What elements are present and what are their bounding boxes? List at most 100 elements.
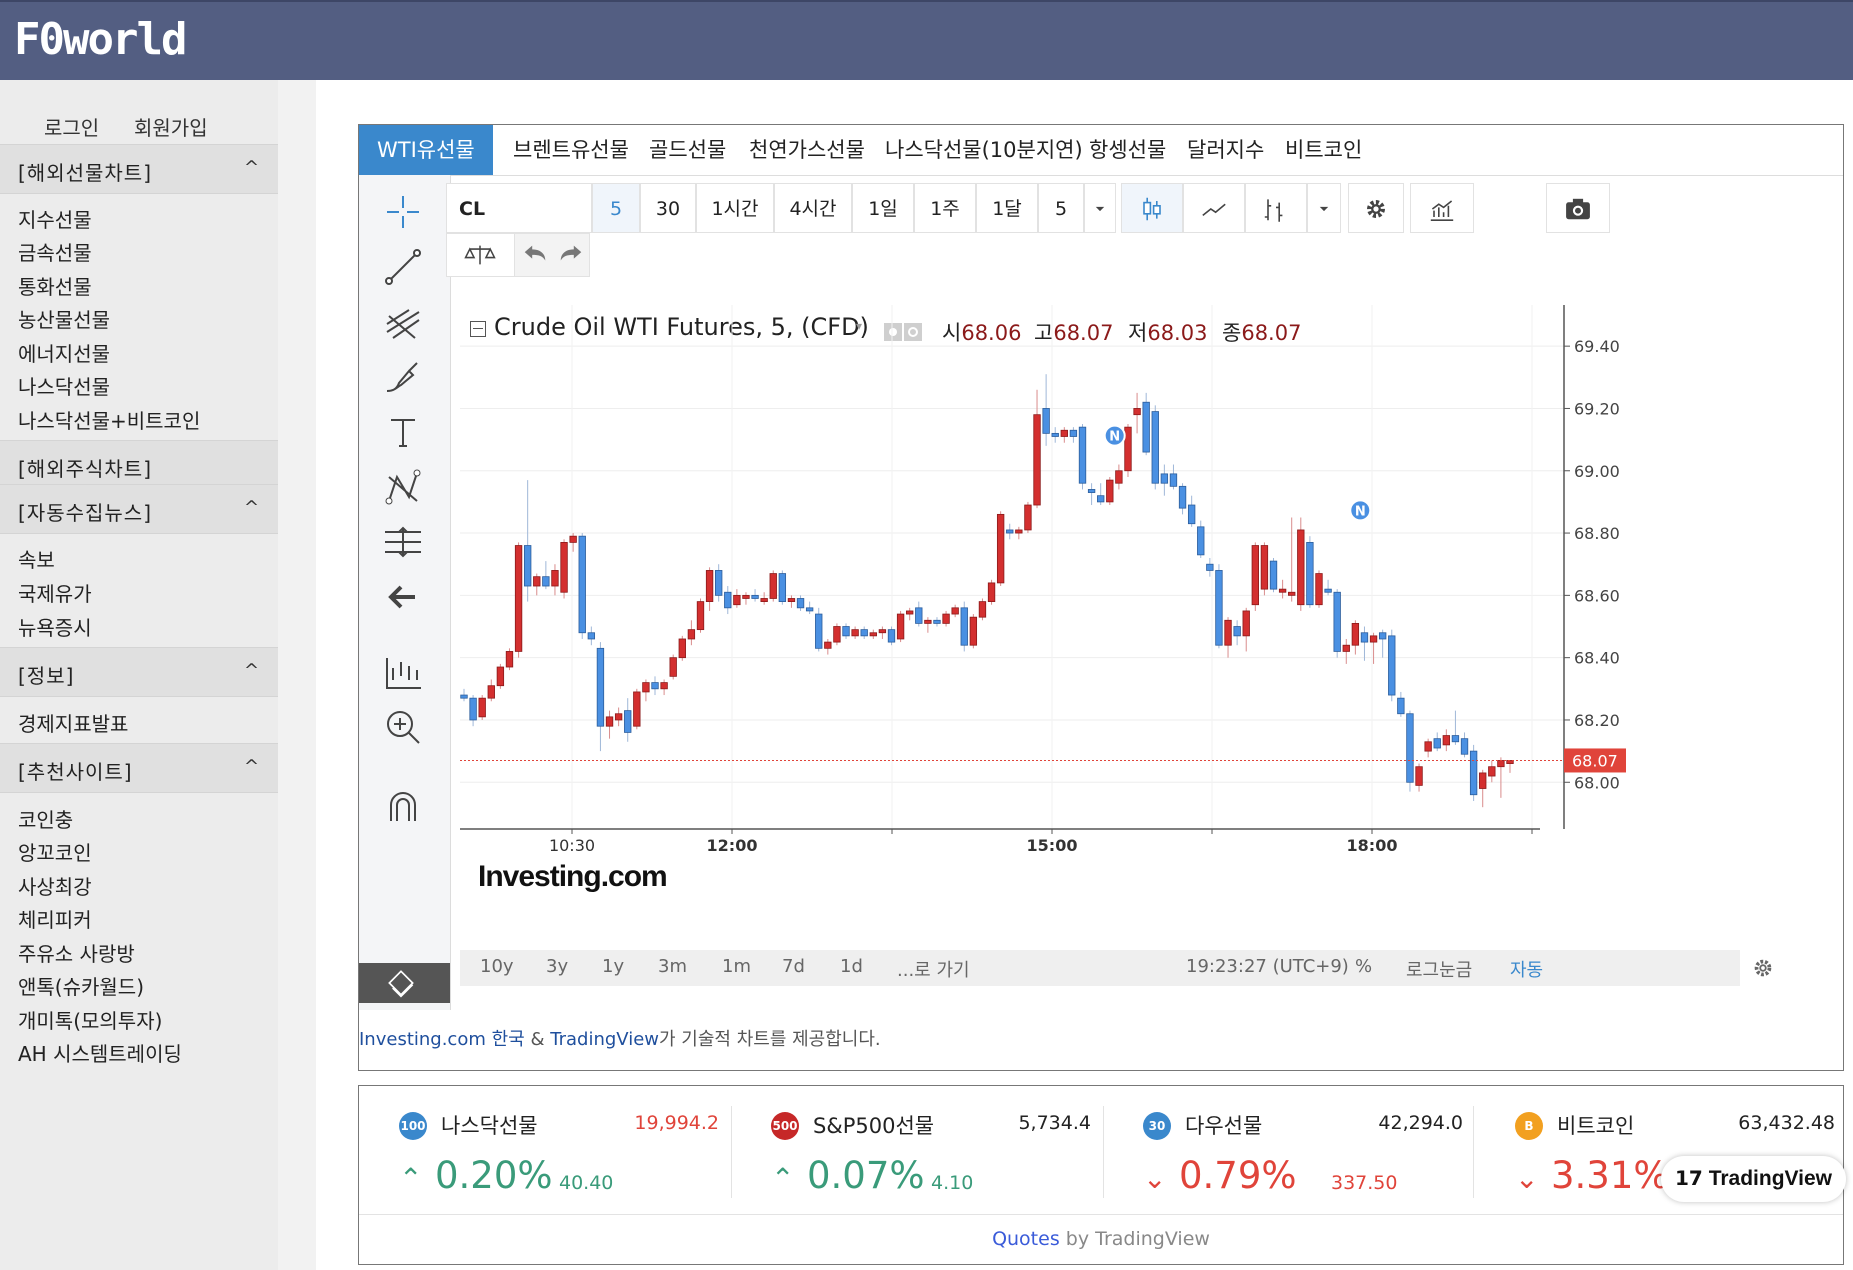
lock-drawing-button[interactable]: [359, 963, 450, 1003]
sidebar-item-antalk[interactable]: 앤톡(슈카월드): [18, 971, 144, 1000]
crosshair-icon[interactable]: [379, 188, 427, 236]
interval-30m[interactable]: 30: [640, 183, 696, 233]
sidebar-item-oil-price[interactable]: 국제유가: [18, 578, 92, 607]
interval-4h[interactable]: 4시간: [774, 183, 852, 233]
section-news[interactable]: [자동수집뉴스] ^: [0, 484, 278, 534]
measure-icon[interactable]: [379, 518, 427, 566]
login-link[interactable]: 로그인: [44, 112, 99, 141]
percent-toggle[interactable]: %: [1355, 956, 1372, 977]
style-dropdown[interactable]: [1307, 183, 1341, 233]
signup-link[interactable]: 회원가입: [134, 112, 208, 141]
candle-body: [860, 629, 868, 637]
range-1d[interactable]: 1d: [840, 956, 863, 977]
log-scale-toggle[interactable]: 로그눈금: [1406, 956, 1472, 982]
candle-body: [933, 619, 941, 624]
text-icon[interactable]: [379, 408, 427, 456]
site-logo[interactable]: F0world: [14, 14, 187, 65]
range-1m[interactable]: 1m: [722, 956, 751, 977]
range-3y[interactable]: 3y: [546, 956, 568, 977]
sidebar-item-gas-station[interactable]: 주유소 사랑방: [18, 938, 135, 967]
tradingview-label: TradingView: [1708, 1167, 1833, 1190]
settings-button[interactable]: [1348, 183, 1404, 233]
sidebar-item-ah-system[interactable]: AH 시스템트레이딩: [18, 1038, 182, 1067]
fib-icon[interactable]: [379, 298, 427, 346]
sidebar-item-coinchung[interactable]: 코인충: [18, 804, 73, 833]
sidebar-item-econ-indicators[interactable]: 경제지표발표: [18, 708, 128, 737]
price-chart[interactable]: Crude Oil WTI Futures, 5, (CFD) ▾ 시68.06…: [460, 305, 1840, 983]
range-10y[interactable]: 10y: [480, 956, 514, 977]
back-arrow-icon[interactable]: [379, 573, 427, 621]
tab-brent[interactable]: 브렌트유선물: [495, 125, 647, 175]
goto-date[interactable]: ...로 가기: [897, 956, 970, 982]
magnet-icon[interactable]: [379, 783, 427, 831]
sidebar-item-energy-futures[interactable]: 에너지선물: [18, 338, 110, 367]
auto-scale-toggle[interactable]: 자동: [1510, 956, 1543, 982]
long-position-icon[interactable]: [379, 648, 427, 696]
interval-custom[interactable]: 5: [1038, 183, 1084, 233]
compare-button[interactable]: [1410, 183, 1474, 233]
sidebar-item-nyse[interactable]: 뉴욕증시: [18, 612, 92, 641]
sidebar-item-index-futures[interactable]: 지수선물: [18, 204, 92, 233]
snapshot-button[interactable]: [1546, 183, 1610, 233]
interval-1m[interactable]: 1달: [976, 183, 1038, 233]
sidebar-item-cherrypicker[interactable]: 체리피커: [18, 904, 92, 933]
time-tick-label: 10:30: [549, 836, 595, 855]
line-style-button[interactable]: [1183, 183, 1245, 233]
interval-dropdown[interactable]: [1084, 183, 1116, 233]
ticker-sp500[interactable]: 500 S&P500선물 5,734.4 ⌃ 0.07% 4.10: [771, 1104, 1111, 1204]
sidebar-item-currency-futures[interactable]: 통화선물: [18, 271, 92, 300]
sidebar-item-agri-futures[interactable]: 농산물선물: [18, 304, 110, 333]
site-header: F0world: [0, 0, 1853, 80]
section-title: [정보]: [18, 664, 75, 688]
section-info[interactable]: [정보] ^: [0, 647, 278, 697]
tab-hangseng[interactable]: 항셍선물: [1071, 125, 1184, 175]
ticker-dow[interactable]: 30 다우선물 42,294.0 ⌄ 0.79% 337.50: [1143, 1104, 1483, 1204]
sidebar-item-sasang[interactable]: 사상최강: [18, 871, 92, 900]
symbol-input[interactable]: CL: [446, 183, 592, 233]
redo-icon[interactable]: [557, 242, 585, 266]
sidebar-item-nasdaq-bitcoin[interactable]: 나스닥선물+비트코인: [18, 405, 200, 434]
range-7d[interactable]: 7d: [782, 956, 805, 977]
interval-1h[interactable]: 1시간: [696, 183, 774, 233]
tab-gold[interactable]: 골드선물: [631, 125, 744, 175]
sidebar-item-breaking[interactable]: 속보: [18, 544, 55, 573]
sidebar-item-gaemi[interactable]: 개미톡(모의투자): [18, 1005, 162, 1034]
candle-style-button[interactable]: [1121, 183, 1183, 233]
section-stock-charts[interactable]: [해외주식차트]: [0, 440, 278, 490]
section-futures-charts[interactable]: [해외선물차트] ^: [0, 144, 278, 194]
interval-1w[interactable]: 1주: [914, 183, 976, 233]
tab-bitcoin[interactable]: 비트코인: [1267, 125, 1380, 175]
tab-natgas[interactable]: 천연가스선물: [731, 125, 883, 175]
ticker-nasdaq[interactable]: 100 나스닥선물 19,994.2 ⌃ 0.20% 40.40: [399, 1104, 739, 1204]
brush-icon[interactable]: [379, 353, 427, 401]
candle-body: [1433, 738, 1441, 749]
pattern-icon[interactable]: [379, 463, 427, 511]
range-3m[interactable]: 3m: [658, 956, 687, 977]
section-recommended[interactable]: [추천사이트] ^: [0, 743, 278, 793]
tab-dollar-index[interactable]: 달러지수: [1169, 125, 1282, 175]
sidebar-item-nasdaq-futures[interactable]: 나스닥선물: [18, 371, 110, 400]
interval-5m[interactable]: 5: [592, 183, 640, 233]
candle-body: [1460, 738, 1469, 755]
candle-body: [624, 710, 632, 733]
interval-1d[interactable]: 1일: [852, 183, 914, 233]
investing-link[interactable]: Investing.com 한국: [359, 1029, 525, 1050]
sidebar-item-ankko[interactable]: 앙꼬코인: [18, 837, 92, 866]
tradingview-badge[interactable]: 𝟭𝟳 TradingView: [1661, 1156, 1847, 1202]
zoom-in-icon[interactable]: [379, 703, 427, 751]
undo-icon[interactable]: [521, 242, 549, 266]
tab-nasdaq[interactable]: 나스닥선물(10분지연): [867, 125, 1101, 175]
compare-scale-button[interactable]: [446, 233, 516, 277]
tab-wti[interactable]: WTI유선물: [359, 125, 493, 175]
tradingview-link[interactable]: TradingView: [550, 1029, 659, 1050]
indicators-button[interactable]: [1245, 183, 1307, 233]
candle-body: [1115, 470, 1123, 484]
range-settings-icon[interactable]: [1751, 956, 1777, 982]
quotes-link[interactable]: Quotes: [992, 1228, 1060, 1250]
candle-body: [805, 607, 814, 612]
compare-chart-icon: [1430, 200, 1454, 221]
range-1y[interactable]: 1y: [602, 956, 624, 977]
trendline-icon[interactable]: [379, 243, 427, 291]
sidebar-item-metal-futures[interactable]: 금속선물: [18, 237, 92, 266]
candle-body: [533, 576, 541, 587]
